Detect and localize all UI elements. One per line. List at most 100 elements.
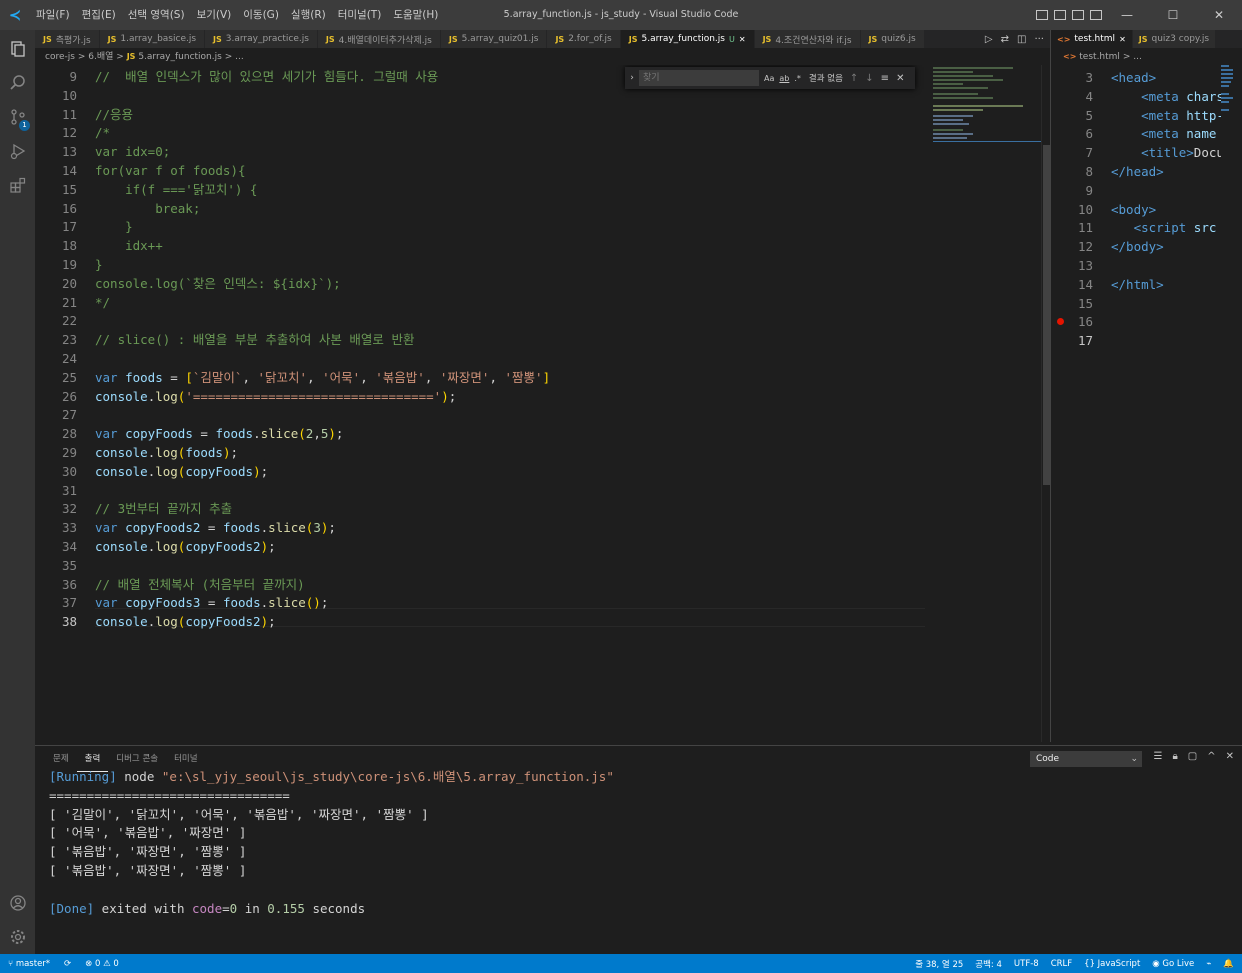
code-line[interactable]: 19} — [35, 255, 935, 274]
clear-output-icon[interactable]: ☰ — [1153, 751, 1162, 762]
minimize-button[interactable]: — — [1104, 0, 1150, 30]
editor-scrollbar-thumb[interactable] — [1043, 145, 1050, 485]
toggle-secondary-sidebar-icon[interactable] — [1072, 10, 1084, 20]
code-line[interactable]: 15 if(f ==='닭꼬치') { — [35, 180, 935, 199]
close-tab-icon[interactable]: ✕ — [1119, 35, 1126, 44]
minimap[interactable] — [933, 65, 1041, 145]
editor-scrollbar[interactable] — [1041, 65, 1050, 742]
tab-file-active[interactable]: JS 5.array_function.js U ✕ — [620, 30, 755, 48]
breadcrumb-folder[interactable]: core-js — [45, 52, 75, 62]
breadcrumb-folder[interactable]: 6.배열 — [88, 52, 113, 62]
code-line[interactable]: 16 break; — [35, 199, 935, 218]
tab-file-3[interactable]: JS 4.배열데이터추가삭제.js — [317, 30, 441, 48]
previous-match-icon[interactable]: ↑ — [850, 73, 858, 84]
language-mode[interactable]: {} JavaScript — [1084, 959, 1140, 969]
code-line[interactable]: 14 for(var f of foods){ — [35, 161, 935, 180]
menu-view[interactable]: 보기(V) — [191, 0, 238, 30]
tab-file-2[interactable]: JS 3.array_practice.js — [205, 30, 318, 48]
close-tab-icon[interactable]: ✕ — [739, 35, 746, 44]
menu-selection[interactable]: 선택 영역(S) — [122, 0, 191, 30]
code-line[interactable]: 5 <meta http-equiv — [1051, 106, 1221, 125]
maximize-button[interactable]: ☐ — [1150, 0, 1196, 30]
code-line[interactable]: 11 <script src — [1051, 218, 1221, 237]
account-icon[interactable] — [0, 886, 35, 920]
tab-file-1[interactable]: JS 1.array_basice.js — [99, 30, 206, 48]
go-live-button[interactable]: ◉ Go Live — [1152, 959, 1194, 969]
encoding[interactable]: UTF-8 — [1014, 959, 1039, 969]
regex-button[interactable]: .* — [794, 74, 801, 83]
menu-run[interactable]: 실행(R) — [285, 0, 332, 30]
more-actions-icon[interactable]: ··· — [1034, 34, 1044, 45]
breadcrumb-symbol[interactable]: ... — [1133, 52, 1142, 62]
notifications-bell-icon[interactable]: 🔔 — [1223, 959, 1234, 969]
code-line[interactable]: 24 — [35, 349, 935, 368]
toggle-panel-icon[interactable] — [1054, 10, 1066, 20]
code-line[interactable]: 15 — [1051, 294, 1221, 313]
end-of-line[interactable]: CRLF — [1051, 959, 1072, 969]
close-find-icon[interactable]: ✕ — [896, 73, 904, 84]
find-in-selection-icon[interactable]: ≡ — [881, 73, 889, 84]
search-icon[interactable] — [0, 66, 35, 100]
maximize-panel-icon[interactable]: ^ — [1207, 751, 1215, 762]
tab-file-5[interactable]: JS 2.for_of.js — [547, 30, 621, 48]
code-line[interactable]: 38 console.log(copyFoods2); — [35, 612, 935, 631]
indentation[interactable]: 공백: 4 — [975, 958, 1002, 970]
match-word-button[interactable]: ab — [779, 74, 789, 83]
code-line[interactable]: 23 // slice() : 배열을 부분 추출하여 사본 배열로 반환 — [35, 330, 935, 349]
close-panel-icon[interactable]: ✕ — [1226, 751, 1234, 762]
cursor-position[interactable]: 줄 38, 열 25 — [915, 958, 963, 970]
settings-gear-icon[interactable] — [0, 920, 35, 954]
code-line[interactable]: 6 <meta name — [1051, 124, 1221, 143]
code-line[interactable]: 14 </html> — [1051, 275, 1221, 294]
code-line[interactable]: 21 */ — [35, 293, 935, 312]
code-line[interactable]: 28 var copyFoods = foods.slice(2,5); — [35, 424, 935, 443]
problems-count[interactable]: ⊗ 0 ⚠ 0 — [85, 959, 119, 969]
breadcrumb-file[interactable]: 5.array_function.js — [138, 52, 222, 62]
lock-scroll-icon[interactable]: 🔒︎ — [1172, 751, 1177, 762]
tab-file-0[interactable]: JS 측평가.js — [35, 30, 100, 48]
code-line[interactable]: 22 — [35, 311, 935, 330]
code-line[interactable]: 37 var copyFoods3 = foods.slice(); — [35, 593, 935, 612]
code-editor[interactable]: 9 // 배열 인덱스가 많이 있으면 세기가 힘들다. 그럴때 사용 10 11 //… — [35, 65, 1050, 742]
code-line[interactable]: 12 </body> — [1051, 237, 1221, 256]
code-line[interactable]: 11 //응용 — [35, 105, 935, 124]
tab-quiz3-copy[interactable]: JS quiz3 copy.js — [1132, 30, 1217, 48]
open-log-icon[interactable]: ▢ — [1188, 751, 1197, 762]
customize-layout-icon[interactable] — [1090, 10, 1102, 20]
code-line[interactable]: 29 console.log(foods); — [35, 443, 935, 462]
feedback-icon[interactable]: ⌁ — [1206, 959, 1211, 969]
compare-icon[interactable]: ⇄ — [1001, 34, 1009, 45]
tab-test-html[interactable]: <> test.html ✕ — [1051, 30, 1133, 48]
code-line[interactable]: 31 — [35, 481, 935, 500]
code-line[interactable]: 36 // 배열 전체복사 (처음부터 끝까지) — [35, 575, 935, 594]
output-channel-select[interactable]: Code ⌄ — [1030, 751, 1142, 767]
code-line[interactable]: 12 /* — [35, 123, 935, 142]
close-window-button[interactable]: ✕ — [1196, 0, 1242, 30]
code-line[interactable]: 3 <head> — [1051, 68, 1221, 87]
tab-file-7[interactable]: JS 4.조건연산자와 if.js — [754, 30, 861, 48]
code-line[interactable]: 32 // 3번부터 끝까지 추출 — [35, 499, 935, 518]
code-line[interactable]: 13 var idx=0; — [35, 142, 935, 161]
code-line[interactable]: 7 <title>Document — [1051, 143, 1221, 162]
toggle-sidebar-icon[interactable] — [1036, 10, 1048, 20]
explorer-icon[interactable] — [0, 32, 35, 66]
breadcrumb-symbol[interactable]: ... — [235, 52, 244, 62]
breadcrumb-file[interactable]: test.html — [1079, 52, 1120, 62]
source-control-icon[interactable]: 1 — [0, 100, 35, 134]
code-line[interactable]: 8 </head> — [1051, 162, 1221, 181]
code-line[interactable]: 13 — [1051, 256, 1221, 275]
secondary-minimap[interactable] — [1221, 65, 1235, 125]
run-debug-icon[interactable] — [0, 134, 35, 168]
code-line[interactable]: 20 console.log(`찾은 인덱스: ${idx}`); — [35, 274, 935, 293]
code-line[interactable]: 27 — [35, 405, 935, 424]
code-line[interactable]: 25 var foods = [`김말이`, '닭꼬치', '어묵', '볶음밥'… — [35, 368, 935, 387]
git-branch[interactable]: ⑂ master* — [8, 959, 50, 969]
split-editor-icon[interactable]: ◫ — [1017, 34, 1026, 45]
sync-icon[interactable]: ⟳ — [64, 959, 71, 969]
code-line[interactable]: 26 console.log('=========================… — [35, 387, 935, 406]
tab-file-4[interactable]: JS 5.array_quiz01.js — [440, 30, 548, 48]
toggle-replace-icon[interactable]: › — [625, 73, 639, 83]
code-line[interactable]: 4 <meta charset — [1051, 87, 1221, 106]
code-line[interactable]: 35 — [35, 556, 935, 575]
match-case-button[interactable]: Aa — [764, 74, 774, 83]
